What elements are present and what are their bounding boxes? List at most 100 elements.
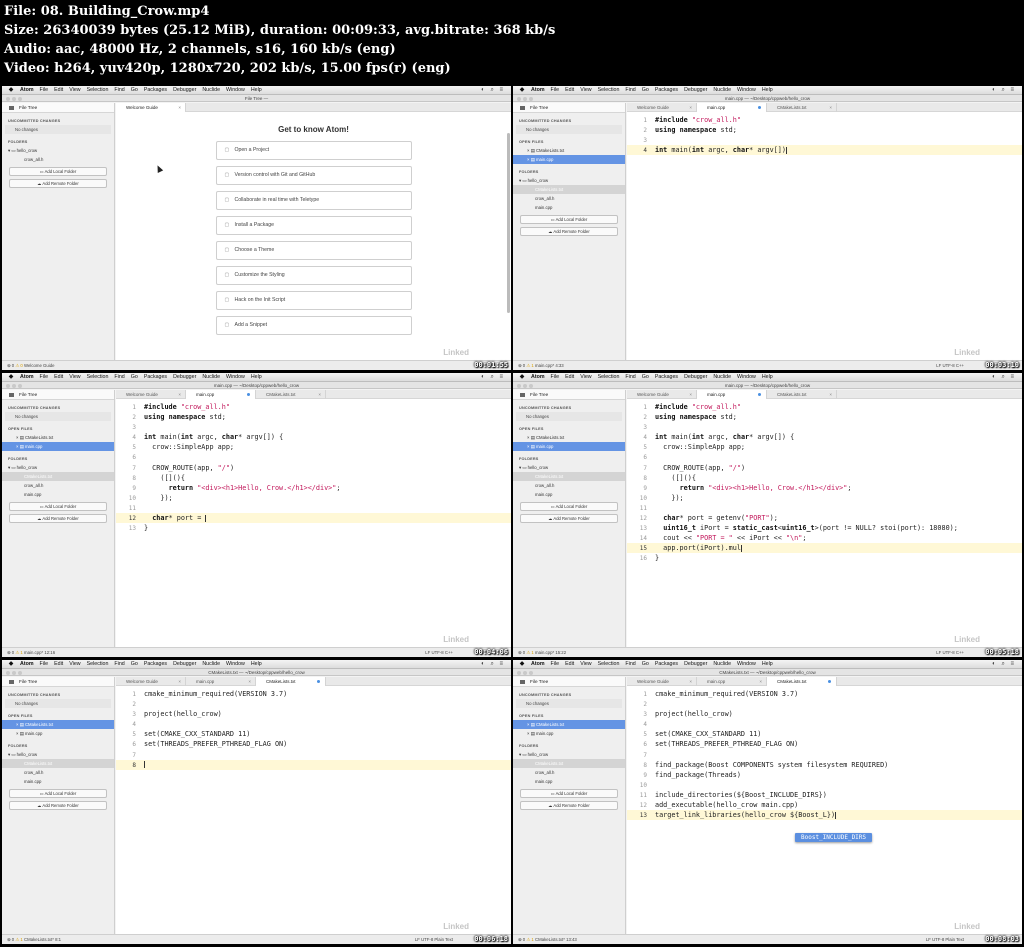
code-line[interactable]: 8 ([](){ [627, 473, 1022, 483]
scrollbar[interactable] [507, 133, 510, 313]
menu-item-view[interactable]: View [580, 373, 591, 381]
welcome-guide-item[interactable]: ▢ Hack on the Init Script [215, 291, 412, 310]
code-line[interactable]: 5 crow::SimpleApp app; [627, 442, 1022, 452]
menu-item-help[interactable]: Help [251, 373, 262, 381]
code-line[interactable]: 11 [627, 503, 1022, 513]
warning-count[interactable]: ⚠ 1 [526, 937, 535, 942]
editor-tab[interactable]: main.cpp × [697, 677, 767, 686]
add-remote-folder-button[interactable]: ☁ Add Remote Folder [520, 801, 618, 810]
menu-item-file[interactable]: File [551, 660, 560, 668]
add-remote-folder-button[interactable]: ☁ Add Remote Folder [9, 514, 107, 523]
code-line[interactable]: 6 [116, 452, 511, 462]
close-icon[interactable]: × [829, 390, 832, 399]
app-menu[interactable]: Atom [20, 660, 34, 668]
add-local-folder-button[interactable]: ▭ Add Local Folder [9, 167, 107, 176]
menu-item-packages[interactable]: Packages [144, 373, 167, 381]
editor-tab[interactable]: main.cpp × [186, 677, 256, 686]
file-item[interactable]: main.cpp [513, 203, 625, 212]
file-tree-tab[interactable]: File Tree [2, 103, 114, 113]
code-line[interactable]: 3 [116, 422, 511, 432]
window-control-icon[interactable] [529, 383, 533, 388]
window-control-icon[interactable] [529, 96, 533, 101]
code-line[interactable]: 7 CROW_ROUTE(app, "/") [627, 463, 1022, 473]
folder-item[interactable]: ▾ ▭ hello_crow [2, 146, 114, 155]
apple-icon[interactable]: ◆ [519, 373, 525, 381]
menu-item-go[interactable]: Go [642, 86, 649, 94]
editor-tab[interactable]: main.cpp [186, 390, 256, 399]
window-control-icon[interactable] [18, 96, 22, 101]
menu-item-edit[interactable]: Edit [565, 660, 574, 668]
code-line[interactable]: 10 }); [116, 493, 511, 503]
menu-item-debugger[interactable]: Debugger [684, 660, 707, 668]
code-line[interactable]: 2 [116, 699, 511, 709]
menu-item-nuclide[interactable]: Nuclide [713, 86, 731, 94]
code-line[interactable]: 3 [627, 135, 1022, 145]
menu-item-go[interactable]: Go [131, 660, 138, 668]
window-controls[interactable] [517, 670, 535, 676]
menu-item-help[interactable]: Help [251, 86, 262, 94]
add-remote-folder-button[interactable]: ☁ Add Remote Folder [520, 514, 618, 523]
code-line[interactable]: 1 cmake_minimum_required(VERSION 3.7) [116, 689, 511, 699]
code-line[interactable]: 10 [627, 780, 1022, 790]
app-menu[interactable]: Atom [20, 373, 34, 381]
close-icon[interactable]: × [689, 677, 692, 686]
close-icon[interactable]: × [178, 677, 181, 686]
add-local-folder-button[interactable]: ▭ Add Local Folder [520, 502, 618, 511]
welcome-guide-item[interactable]: ▢ Version control with Git and GitHub [215, 166, 412, 185]
close-icon[interactable]: × [178, 103, 181, 112]
code-line[interactable]: 9 find_package(Threads) [627, 770, 1022, 780]
code-line[interactable]: 1 #include "crow_all.h" [627, 115, 1022, 125]
menu-item-window[interactable]: Window [737, 660, 756, 668]
window-control-icon[interactable] [523, 96, 527, 101]
menu-item-packages[interactable]: Packages [144, 660, 167, 668]
menu-item-packages[interactable]: Packages [655, 373, 678, 381]
warning-count[interactable]: ⚠ 1 [15, 650, 24, 655]
menu-item-go[interactable]: Go [642, 660, 649, 668]
code-line[interactable]: 13 uint16_t iPort = static_cast<uint16_t… [627, 523, 1022, 533]
app-menu[interactable]: Atom [531, 660, 545, 668]
file-tree-tab[interactable]: File Tree [513, 103, 625, 113]
menu-item-window[interactable]: Window [226, 373, 245, 381]
menu-item-file[interactable]: File [551, 86, 560, 94]
file-item[interactable]: main.cpp [2, 490, 114, 499]
editor-tab[interactable]: CMakeLists.txt × [256, 390, 326, 399]
close-icon[interactable]: × [248, 677, 251, 686]
menu-item-find[interactable]: Find [625, 86, 635, 94]
code-line[interactable]: 12 add_executable(hello_crow main.cpp) [627, 800, 1022, 810]
menu-item-file[interactable]: File [40, 660, 49, 668]
file-item[interactable]: CMakeLists.txt [513, 759, 625, 768]
code-line[interactable]: 1 cmake_minimum_required(VERSION 3.7) [627, 689, 1022, 699]
menu-item-packages[interactable]: Packages [655, 86, 678, 94]
welcome-guide-item[interactable]: ▢ Open a Project [215, 141, 412, 160]
folder-item[interactable]: ▾ ▭ hello_crow [513, 463, 625, 472]
warning-count[interactable]: ⚠ 1 [526, 650, 535, 655]
editor-tab[interactable]: Welcome Guide × [116, 103, 186, 112]
menu-item-view[interactable]: View [69, 86, 80, 94]
chevron-down-icon[interactable]: ▾ ▭ [519, 465, 528, 470]
file-item[interactable]: CMakeLists.txt [2, 472, 114, 481]
menu-item-go[interactable]: Go [131, 373, 138, 381]
code-line[interactable]: 10 }); [627, 493, 1022, 503]
code-line[interactable]: 3 [627, 422, 1022, 432]
window-controls[interactable] [6, 670, 24, 676]
folder-item[interactable]: ▾ ▭ hello_crow [513, 750, 625, 759]
code-line[interactable]: 9 return "<div><h1>Hello, Crow.</h1></di… [627, 483, 1022, 493]
menu-item-find[interactable]: Find [625, 373, 635, 381]
code-line[interactable]: 13 target_link_libraries(hello_crow ${Boo… [627, 810, 1022, 821]
window-control-icon[interactable] [6, 96, 10, 101]
folder-item[interactable]: ▾ ▭ hello_crow [2, 463, 114, 472]
code-line[interactable]: 6 [627, 452, 1022, 462]
open-file-item[interactable]: × ▤ CMakeLists.txt [513, 433, 625, 442]
add-remote-folder-button[interactable]: ☁ Add Remote Folder [520, 227, 618, 236]
menu-item-go[interactable]: Go [131, 86, 138, 94]
code-line[interactable]: 1 #include "crow_all.h" [627, 402, 1022, 412]
menu-item-debugger[interactable]: Debugger [173, 86, 196, 94]
menu-item-packages[interactable]: Packages [655, 660, 678, 668]
code-line[interactable]: 4 [627, 719, 1022, 729]
menu-item-view[interactable]: View [69, 373, 80, 381]
code-line[interactable]: 8 find_package(Boost COMPONENTS system fi… [627, 760, 1022, 770]
window-controls[interactable] [6, 96, 24, 102]
chevron-down-icon[interactable]: ▾ ▭ [8, 465, 17, 470]
code-line[interactable]: 12 char* port = getenv("PORT"); [627, 513, 1022, 523]
file-item[interactable]: crow_all.h [2, 768, 114, 777]
